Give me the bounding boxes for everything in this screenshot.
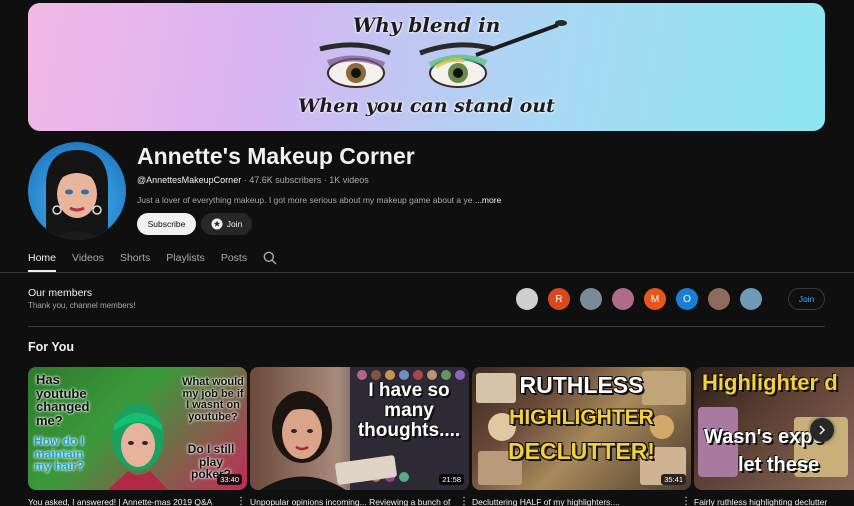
member-avatar[interactable]	[612, 288, 634, 310]
member-avatar[interactable]: O	[676, 288, 698, 310]
channel-banner: Why blend in When you can stand out	[28, 3, 825, 131]
thumb-text: What would my job be if I wasnt on youtu…	[182, 376, 244, 423]
thumb-text: RUTHLESS	[519, 372, 644, 398]
more-link[interactable]: ...more	[475, 195, 501, 205]
tab-posts[interactable]: Posts	[221, 250, 247, 272]
video-duration: 35:41	[661, 474, 686, 485]
video-menu-icon[interactable]: ⋮	[681, 496, 691, 506]
chevron-right-icon	[819, 425, 826, 435]
thumb-text: Wasn's expe	[704, 426, 824, 448]
section-divider	[28, 326, 825, 327]
channel-tabs: Home Videos Shorts Playlists Posts	[28, 250, 263, 272]
video-thumbnail[interactable]: RUTHLESS HIGHLIGHTER DECLUTTER! 35:41	[472, 367, 691, 490]
thumb-text: How do I maintain my hair?	[34, 434, 85, 474]
video-menu-icon[interactable]: ⋮	[236, 496, 246, 506]
video-menu-icon[interactable]: ⋮	[459, 496, 469, 506]
channel-description[interactable]: Just a lover of everything makeup. I got…	[137, 195, 501, 205]
subscribe-button[interactable]: Subscribe	[137, 213, 196, 235]
thumb-text: Has youtube changed me?	[36, 372, 90, 428]
member-avatar[interactable]	[708, 288, 730, 310]
thumb-text: DECLUTTER!	[508, 438, 655, 464]
members-title: Our members	[28, 287, 93, 299]
video-thumbnail[interactable]: I have so many thoughts.... 21:58	[250, 367, 469, 490]
video-title[interactable]: You asked, I answered! | Annette-mas 201…	[28, 497, 228, 506]
channel-handle: @AnnettesMakeupCorner	[137, 175, 242, 185]
banner-tagline-bottom: When you can stand out	[298, 95, 555, 117]
subscriber-count: 47.6K subscribers	[249, 175, 322, 185]
tab-shorts[interactable]: Shorts	[120, 250, 150, 272]
carousel-next-button[interactable]	[810, 418, 834, 442]
tab-videos[interactable]: Videos	[72, 250, 104, 272]
members-join-button[interactable]: Join	[788, 288, 825, 310]
video-title[interactable]: Unpopular opinions incoming... Reviewing…	[250, 497, 455, 506]
tabs-divider	[0, 272, 854, 273]
member-avatar[interactable]	[516, 288, 538, 310]
member-avatar[interactable]	[580, 288, 602, 310]
video-count: 1K videos	[329, 175, 369, 185]
member-avatar[interactable]: M	[644, 288, 666, 310]
member-avatar[interactable]	[740, 288, 762, 310]
meta-separator: ·	[241, 175, 250, 185]
banner-tagline-top: Why blend in	[352, 13, 501, 37]
join-button[interactable]: Join	[201, 213, 252, 235]
channel-name: Annette's Makeup Corner	[137, 143, 415, 169]
video-title[interactable]: Decluttering HALF of my highlighters....	[472, 497, 677, 506]
thumb-text: HIGHLIGHTER	[509, 406, 654, 429]
video-thumbnail[interactable]: Has youtube changed me? What would my jo…	[28, 367, 247, 490]
tab-playlists[interactable]: Playlists	[166, 250, 205, 272]
for-you-title: For You	[28, 340, 75, 354]
member-avatar[interactable]: R	[548, 288, 570, 310]
channel-meta: @AnnettesMakeupCorner · 47.6K subscriber…	[137, 175, 369, 185]
description-text: Just a lover of everything makeup. I got…	[137, 195, 473, 205]
channel-avatar[interactable]	[28, 142, 126, 240]
thumb-text: I have so many thoughts....	[357, 380, 461, 441]
members-subtitle: Thank you, channel members!	[28, 301, 136, 310]
video-duration: 33:40	[217, 474, 242, 485]
join-label: Join	[226, 219, 243, 229]
thumb-text: Highlighter d	[702, 370, 838, 395]
video-duration: 21:58	[439, 474, 464, 485]
channel-search-icon[interactable]	[263, 251, 277, 270]
video-title[interactable]: Fairly ruthless highlighting declutter	[694, 497, 854, 506]
tab-home[interactable]: Home	[28, 250, 57, 272]
thumb-text: let these	[738, 454, 820, 476]
join-star-icon	[211, 218, 223, 230]
